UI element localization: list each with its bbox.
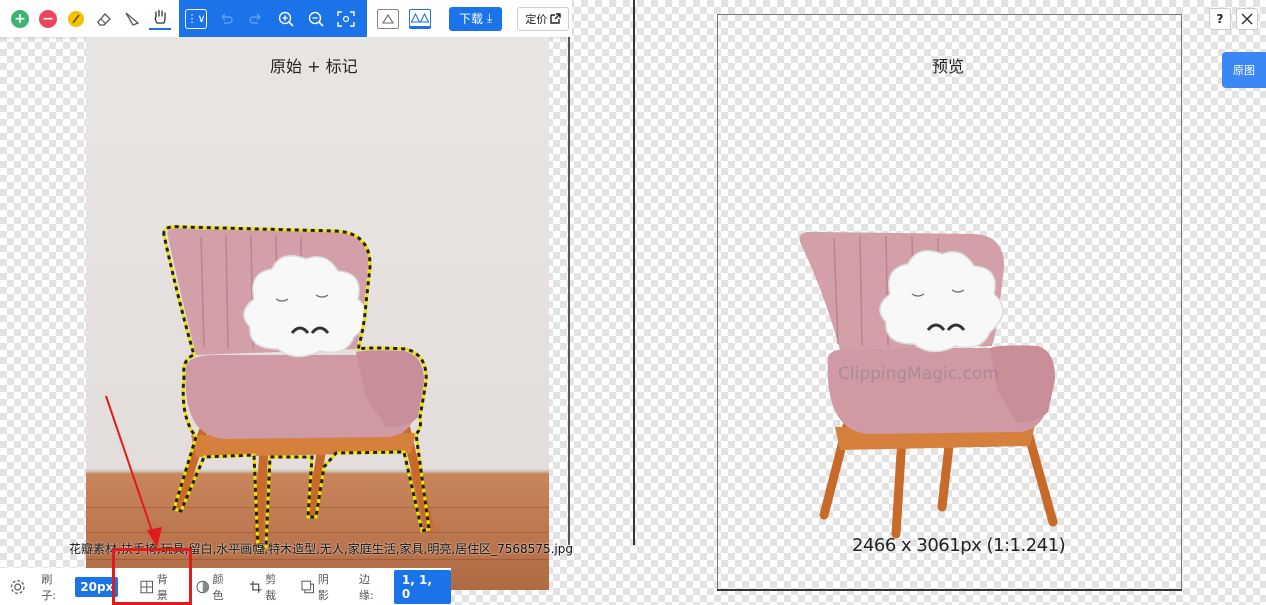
hand-pan-icon[interactable] [149, 8, 171, 30]
fit-to-screen-icon[interactable] [335, 8, 357, 30]
edit-tools-group: ⋮∨ [179, 0, 367, 37]
shadow-button[interactable]: 阴影 [301, 571, 339, 603]
brush-label: 刷子: [41, 572, 57, 602]
crop-button[interactable]: 剪裁 [249, 571, 287, 603]
gear-icon[interactable] [9, 578, 26, 596]
split-view-button[interactable] [409, 8, 431, 29]
color-contrast-icon [196, 580, 209, 593]
watermark: ClippingMagic.com [838, 364, 999, 384]
hair-marker-icon[interactable] [65, 8, 87, 30]
top-toolbar: + − ⋮∨ 下载 ⤓ 定价 [0, 0, 572, 37]
preview-title: 预览 [932, 57, 965, 76]
download-icon: ⤓ [487, 11, 493, 25]
remove-background-icon[interactable]: − [37, 8, 59, 30]
zoom-out-icon[interactable] [305, 8, 327, 30]
color-label: 颜色 [212, 572, 224, 602]
edge-value[interactable]: 1, 1, 0 [393, 569, 451, 604]
original-view-label: 原图 [1233, 64, 1255, 77]
preview-frame-bottom [717, 589, 1182, 591]
help-button[interactable]: ? [1209, 8, 1231, 30]
close-icon [1241, 13, 1253, 25]
crop-icon [249, 580, 262, 593]
crop-label: 剪裁 [265, 572, 277, 602]
image-dimensions: 2466 x 3061px (1:1.241) [852, 535, 1066, 556]
edge-label: 边缘: [359, 572, 374, 602]
panel-divider [633, 0, 635, 545]
add-foreground-icon[interactable]: + [9, 8, 31, 30]
scalpel-icon[interactable] [121, 8, 143, 30]
shadow-icon [301, 580, 315, 593]
zoom-in-icon[interactable] [275, 8, 297, 30]
left-panel-title: 原始 + 标记 [270, 57, 358, 76]
single-view-button[interactable] [377, 8, 399, 29]
background-highlight-box [112, 548, 192, 605]
help-icon: ? [1216, 12, 1224, 26]
left-panel-frame [568, 37, 570, 545]
close-button[interactable] [1236, 8, 1258, 30]
price-button[interactable]: 定价 [517, 6, 570, 31]
external-link-icon [550, 13, 562, 24]
download-button[interactable]: 下载 ⤓ [449, 6, 503, 31]
undo-icon[interactable] [215, 8, 237, 30]
original-view-button[interactable]: 原图 [1222, 52, 1266, 88]
red-arrow-annotation [105, 395, 162, 548]
shadow-label: 阴影 [317, 572, 329, 602]
mode-select-icon[interactable]: ⋮∨ [185, 8, 207, 29]
eraser-icon[interactable] [93, 8, 115, 30]
bottom-toolbar: 刷子: 20px 背景 颜色 剪裁 阴影 边缘: 1, 1, 0 [0, 568, 451, 605]
download-label: 下载 [459, 12, 484, 26]
color-button[interactable]: 颜色 [196, 571, 234, 603]
redo-icon[interactable] [245, 8, 267, 30]
price-label: 定价 [525, 12, 548, 26]
